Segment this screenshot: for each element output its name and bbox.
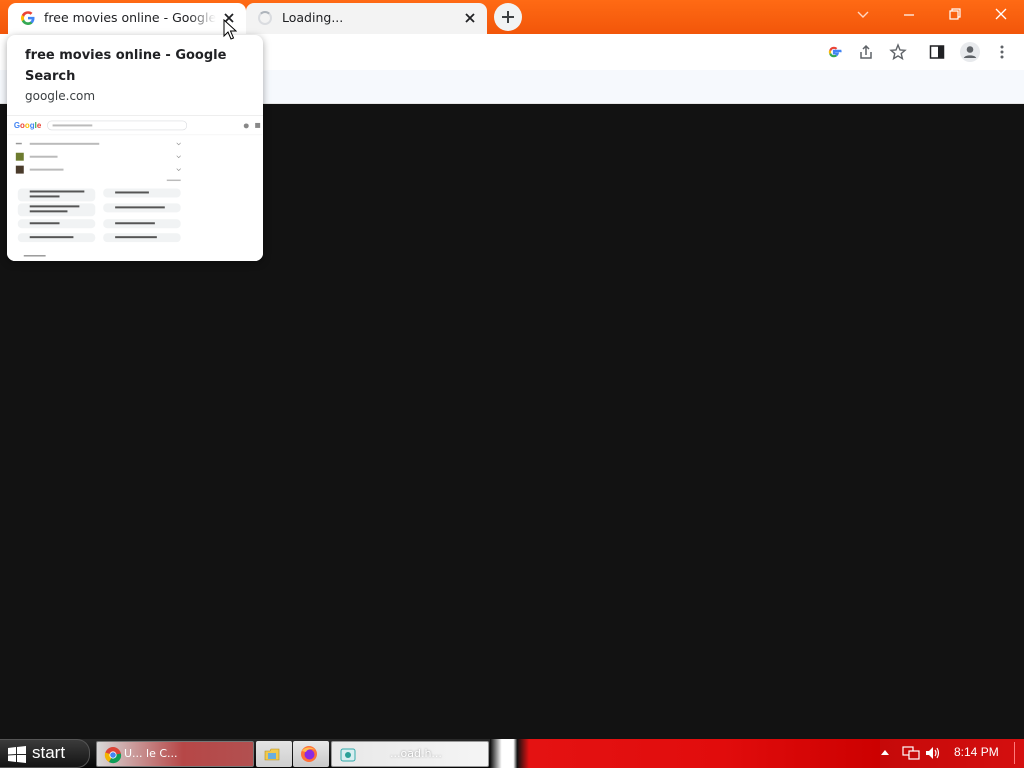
profile-icon[interactable]: [959, 41, 981, 63]
close-tab-icon[interactable]: [461, 9, 479, 27]
hover-card-domain: google.com: [25, 89, 96, 103]
svg-text:Google: Google: [14, 121, 42, 130]
taskbar-item-label: U... le C...: [124, 747, 178, 760]
show-desktop-button[interactable]: [1014, 742, 1020, 764]
taskbar-item-photo-viewer[interactable]: ...oad.h...: [331, 741, 489, 767]
taskbar-item-firefox[interactable]: [293, 741, 329, 767]
volume-icon[interactable]: [924, 745, 942, 761]
taskbar-item-chrome[interactable]: U... le C...: [96, 741, 254, 767]
loading-spinner-icon: [258, 11, 272, 25]
share-icon[interactable]: [857, 43, 875, 61]
tab-google-search[interactable]: free movies online - Google Search: [8, 3, 246, 34]
tab-title: free movies online - Google Search: [44, 10, 216, 25]
hover-card-thumbnail: Google: [7, 115, 263, 261]
system-tray: 8:14 PM: [880, 739, 1024, 768]
taskbar-item-explorer[interactable]: [256, 741, 292, 767]
start-button[interactable]: start: [0, 739, 90, 768]
tab-title: Loading...: [282, 10, 344, 25]
side-panel-icon[interactable]: [928, 43, 946, 61]
tab-strip: free movies online - Google Search Loadi…: [0, 0, 1024, 34]
google-lens-icon[interactable]: [825, 43, 843, 61]
minimize-button[interactable]: [886, 0, 932, 30]
file-explorer-icon: [264, 748, 280, 761]
hover-card-title: free movies online - Google Search: [25, 48, 227, 84]
plus-icon: [502, 11, 514, 23]
chrome-icon: [104, 747, 122, 764]
tab-loading[interactable]: Loading...: [246, 3, 487, 34]
taskbar-background: [490, 739, 880, 768]
clock[interactable]: 8:14 PM: [954, 745, 999, 759]
taskbar-item-label: ...oad.h...: [390, 747, 442, 760]
taskbar: start U... le C... ...oad.h... 8:14 PM: [0, 739, 1024, 768]
photo-viewer-icon: [340, 748, 356, 762]
bookmark-star-icon[interactable]: [889, 43, 907, 61]
start-label: start: [32, 743, 66, 762]
tab-hover-card: free movies online - Google Search googl…: [7, 35, 263, 261]
windows-logo-icon: [8, 746, 26, 763]
mouse-cursor-icon: [223, 19, 237, 40]
tab-search-button[interactable]: [840, 0, 886, 30]
new-tab-button[interactable]: [494, 3, 522, 31]
google-g-icon: [21, 11, 35, 25]
show-hidden-icons-icon[interactable]: [880, 748, 890, 758]
network-icon[interactable]: [902, 745, 920, 761]
restore-button[interactable]: [932, 0, 978, 30]
close-window-button[interactable]: [978, 0, 1024, 30]
menu-kebab-icon[interactable]: [993, 43, 1011, 61]
firefox-icon: [301, 746, 317, 762]
